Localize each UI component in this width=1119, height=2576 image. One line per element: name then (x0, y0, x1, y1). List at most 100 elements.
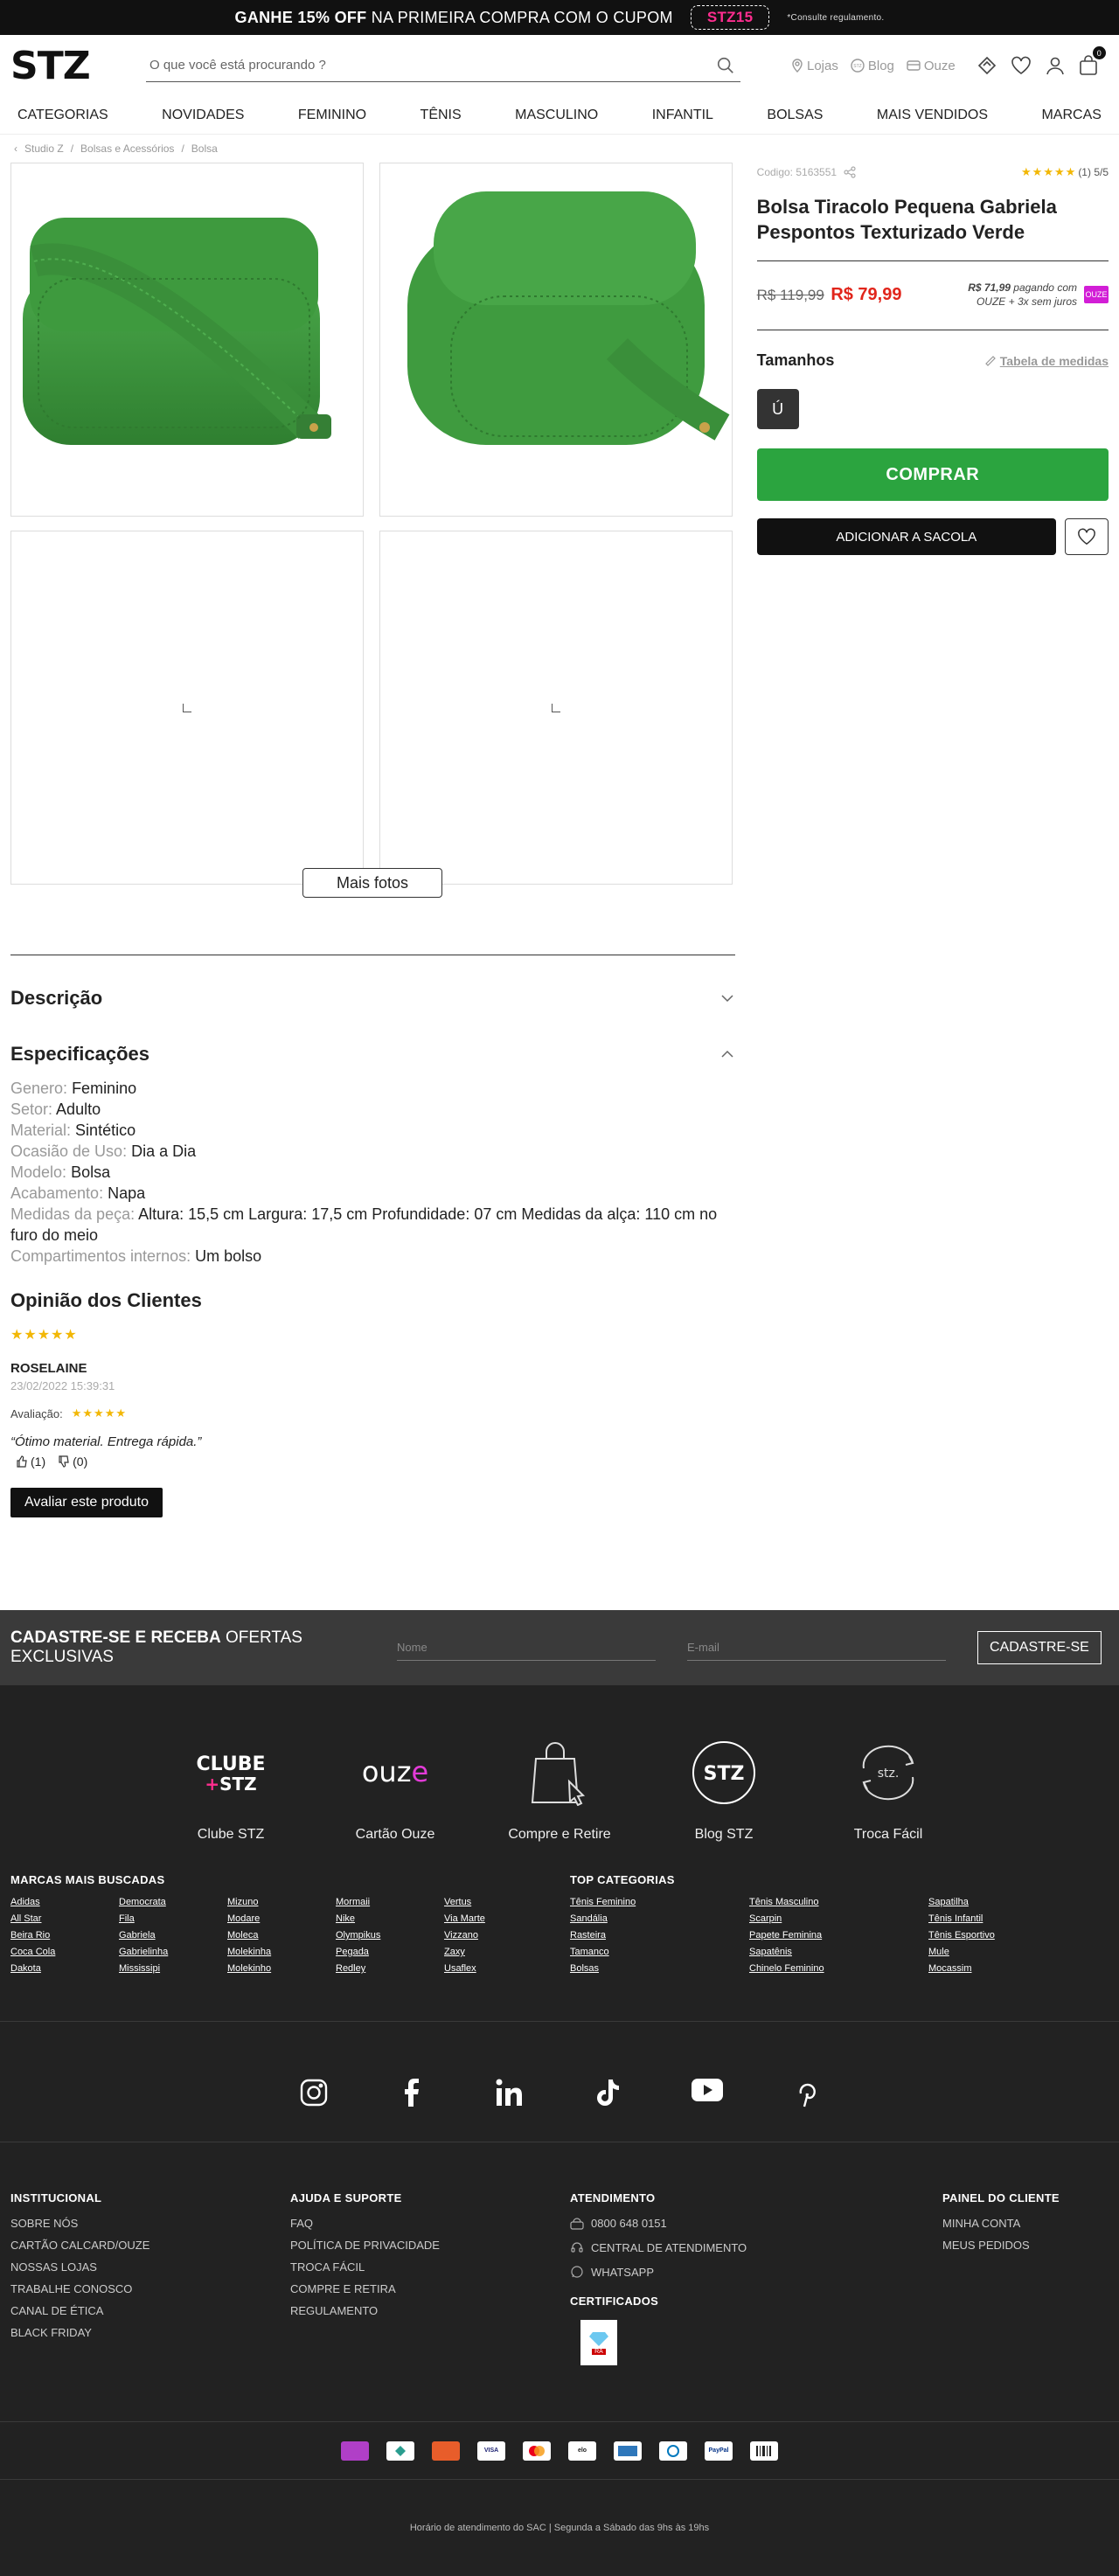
nav-item-bolsas[interactable]: BOLSAS (767, 108, 823, 123)
category-link[interactable]: Tênis Esportivo (928, 1930, 1108, 1941)
category-link[interactable]: Papete Feminina (749, 1930, 928, 1941)
brand-link[interactable]: Democrata (119, 1897, 227, 1907)
category-link[interactable]: Bolsas (570, 1963, 749, 1974)
product-image-4[interactable] (379, 531, 733, 885)
facebook-icon[interactable] (397, 2078, 427, 2142)
dislike-button[interactable]: (0) (58, 1455, 87, 1469)
footer-link[interactable]: TRABALHE CONOSCO (10, 2282, 290, 2295)
nav-item-tenis[interactable]: TÊNIS (420, 108, 462, 123)
category-link[interactable]: Tênis Masculino (749, 1897, 928, 1907)
brand-link[interactable]: Pegada (336, 1947, 444, 1957)
footer-link[interactable]: CARTÃO CALCARD/OUZE (10, 2239, 290, 2252)
category-link[interactable]: Scarpin (749, 1913, 928, 1924)
diamond-icon[interactable] (977, 55, 997, 76)
category-link[interactable]: Tênis Infantil (928, 1913, 1108, 1924)
whatsapp-link[interactable]: WHATSAPP (570, 2265, 942, 2279)
category-link[interactable]: Sapatênis (749, 1947, 928, 1957)
brand-link[interactable]: All Star (10, 1913, 119, 1924)
promo-code[interactable]: STZ15 (690, 5, 770, 30)
brand-link[interactable]: Mississipi (119, 1963, 227, 1974)
category-link[interactable]: Chinelo Feminino (749, 1963, 928, 1974)
nav-item-masculino[interactable]: MASCULINO (515, 108, 598, 123)
search-input[interactable]: O que você está procurando ? (146, 49, 740, 82)
nav-item-marcas[interactable]: MARCAS (1041, 108, 1101, 123)
size-option[interactable]: Ú (756, 389, 799, 429)
brand-link[interactable]: Zaxy (444, 1947, 553, 1957)
nav-item-feminino[interactable]: FEMININO (298, 108, 366, 123)
stores-link[interactable]: Lojas (791, 59, 838, 73)
footer-link[interactable]: MEUS PEDIDOS (942, 2239, 1109, 2252)
breadcrumb-item[interactable]: Bolsa (191, 142, 218, 155)
category-link[interactable]: Sapatilha (928, 1897, 1108, 1907)
like-button[interactable]: (1) (16, 1455, 45, 1469)
brand-link[interactable]: Vizzano (444, 1930, 553, 1941)
buy-button[interactable]: COMPRAR (756, 448, 1109, 501)
rate-product-button[interactable]: Avaliar este produto (10, 1488, 163, 1517)
brand-link[interactable]: Redley (336, 1963, 444, 1974)
brand-link[interactable]: Molekinha (227, 1947, 336, 1957)
footer-link[interactable]: NOSSAS LOJAS (10, 2260, 290, 2274)
category-link[interactable]: Mule (928, 1947, 1108, 1957)
footer-link[interactable]: FAQ (290, 2217, 570, 2230)
size-chart-link[interactable]: Tabela de medidas (984, 354, 1109, 368)
linkedin-icon[interactable] (495, 2078, 525, 2142)
product-image-3[interactable] (10, 531, 364, 885)
category-link[interactable]: Mocassim (928, 1963, 1108, 1974)
youtube-icon[interactable] (691, 2078, 724, 2142)
search-icon[interactable] (716, 56, 735, 75)
newsletter-name-input[interactable]: Nome (397, 1635, 656, 1661)
cart-icon[interactable]: 0 (1078, 46, 1106, 76)
brand-link[interactable]: Coca Cola (10, 1947, 119, 1957)
newsletter-submit-button[interactable]: CADASTRE-SE (977, 1631, 1102, 1664)
nav-item-novidades[interactable]: NOVIDADES (162, 108, 244, 123)
footer-link[interactable]: REGULAMENTO (290, 2304, 570, 2317)
brand-link[interactable]: Dakota (10, 1963, 119, 1974)
brand-link[interactable]: Modare (227, 1913, 336, 1924)
description-accordion[interactable]: Descrição (10, 987, 735, 1010)
ouze-link[interactable]: Ouze (907, 59, 956, 73)
category-link[interactable]: Tamanco (570, 1947, 749, 1957)
footer-link[interactable]: TROCA FÁCIL (290, 2260, 570, 2274)
specs-accordion[interactable]: Especificações (10, 1043, 735, 1066)
footer-link[interactable]: COMPRE E RETIRA (290, 2282, 570, 2295)
product-image-2[interactable] (379, 163, 733, 517)
more-photos-button[interactable]: Mais fotos (302, 868, 442, 898)
footer-link[interactable]: CANAL DE ÉTICA (10, 2304, 290, 2317)
brand-link[interactable]: Gabrielinha (119, 1947, 227, 1957)
brand-link[interactable]: Nike (336, 1913, 444, 1924)
blog-link[interactable]: STZ Blog (851, 59, 894, 73)
logo[interactable]: STZ (10, 44, 146, 88)
footer-link[interactable]: BLACK FRIDAY (10, 2326, 290, 2339)
category-link[interactable]: Sandália (570, 1913, 749, 1924)
category-link[interactable]: Tênis Feminino (570, 1897, 749, 1907)
brand-link[interactable]: Mizuno (227, 1897, 336, 1907)
breadcrumb-item[interactable]: Bolsas e Acessórios (80, 142, 174, 155)
phone-link[interactable]: 0800 648 0151 (570, 2217, 942, 2230)
nav-item-infantil[interactable]: INFANTIL (652, 108, 713, 123)
user-icon[interactable] (1045, 55, 1066, 76)
share-icon[interactable] (844, 166, 856, 178)
brand-link[interactable]: Vertus (444, 1897, 553, 1907)
brand-link[interactable]: Fila (119, 1913, 227, 1924)
product-image-1[interactable] (10, 163, 364, 517)
instagram-icon[interactable] (299, 2078, 329, 2142)
brand-link[interactable]: Olympikus (336, 1930, 444, 1941)
heart-icon[interactable] (1010, 55, 1032, 76)
certificate-badge[interactable]: RA (580, 2320, 617, 2365)
brand-link[interactable]: Beira Rio (10, 1930, 119, 1941)
nav-item-categorias[interactable]: CATEGORIAS (17, 108, 108, 123)
brand-link[interactable]: Mormaii (336, 1897, 444, 1907)
nav-item-mais-vendidos[interactable]: MAIS VENDIDOS (877, 108, 988, 123)
brand-link[interactable]: Via Marte (444, 1913, 553, 1924)
wishlist-button[interactable] (1065, 518, 1109, 555)
footer-link[interactable]: POLÍTICA DE PRIVACIDADE (290, 2239, 570, 2252)
newsletter-email-input[interactable]: E-mail (687, 1635, 946, 1661)
category-link[interactable]: Rasteira (570, 1930, 749, 1941)
pinterest-icon[interactable] (792, 2078, 820, 2142)
brand-link[interactable]: Molekinho (227, 1963, 336, 1974)
brand-link[interactable]: Moleca (227, 1930, 336, 1941)
brand-link[interactable]: Gabriela (119, 1930, 227, 1941)
promo-note[interactable]: *Consulte regulamento. (787, 13, 884, 23)
brand-link[interactable]: Usaflex (444, 1963, 553, 1974)
tiktok-icon[interactable] (593, 2078, 622, 2142)
